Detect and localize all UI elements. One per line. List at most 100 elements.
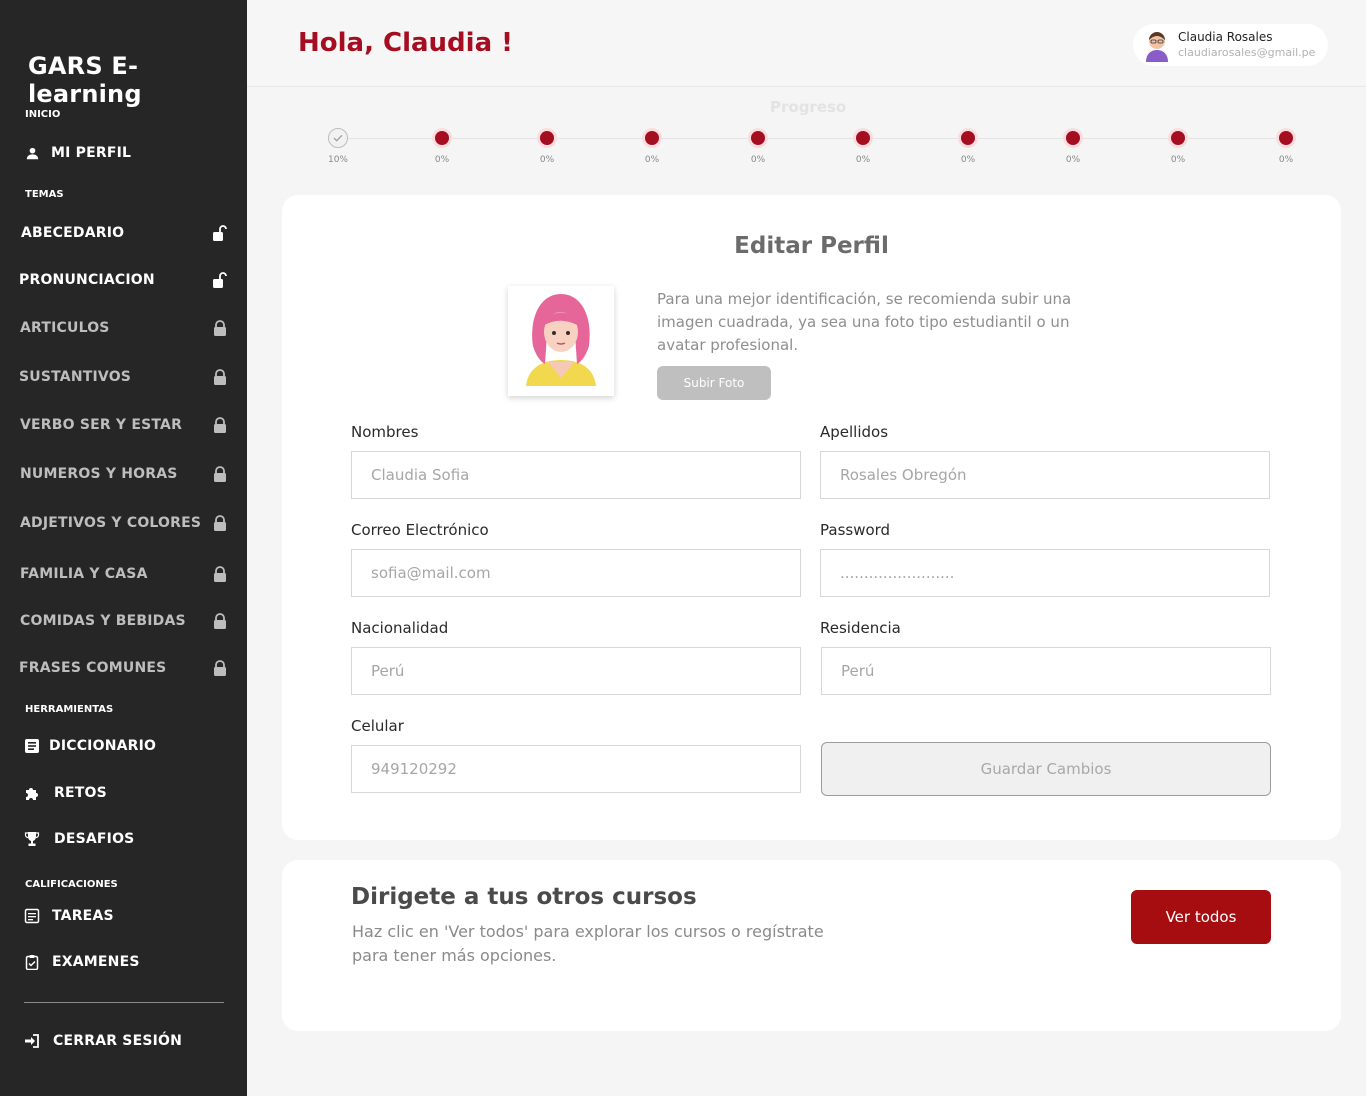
save-changes-button[interactable]: Guardar Cambios	[821, 742, 1271, 796]
sidebar-item-familia-y-casa[interactable]: FAMILIA Y CASA	[0, 556, 247, 592]
user-email: claudiarosales@gmail.pe	[1178, 46, 1316, 59]
progress-step-pct: 0%	[855, 155, 871, 165]
password-field[interactable]	[820, 549, 1270, 597]
progress-step-10	[1276, 128, 1296, 148]
lock-icon	[214, 466, 226, 482]
photo-hint-text: Para una mejor identificación, se recomi…	[657, 290, 1072, 354]
progress-step-pct: 0%	[644, 155, 660, 165]
nombres-label: Nombres	[351, 423, 419, 441]
sidebar-item-sustantivos[interactable]: SUSTANTIVOS	[0, 359, 247, 395]
user-name: Claudia Rosales	[1178, 30, 1273, 44]
sidebar-item-label: COMIDAS Y BEBIDAS	[20, 613, 186, 629]
progress-step-pct: 0%	[960, 155, 976, 165]
progress-step-pct: 10%	[327, 155, 348, 165]
progress-step-9	[1168, 128, 1188, 148]
progress-step-4	[642, 128, 662, 148]
book-icon	[25, 739, 39, 753]
puzzle-icon	[26, 788, 38, 800]
progress-step-6	[853, 128, 873, 148]
nombres-field[interactable]	[351, 451, 801, 499]
sidebar-item-diccionario[interactable]: DICCIONARIO	[0, 729, 247, 763]
progress-step-3	[537, 128, 557, 148]
progress-step-5	[748, 128, 768, 148]
other-courses-title: Dirigete a tus otros cursos	[351, 884, 697, 910]
progress-step-pct: 0%	[750, 155, 766, 165]
section-inicio: INICIO	[25, 109, 61, 120]
logout-button[interactable]: CERRAR SESIÓN	[0, 1024, 247, 1058]
progress-step-pct: 0%	[1065, 155, 1081, 165]
clipboard-check-icon	[25, 955, 39, 970]
sidebar-item-verbo-ser-y-estar[interactable]: VERBO SER Y ESTAR	[0, 407, 247, 443]
lock-icon	[214, 369, 226, 385]
sidebar-item-numeros-y-horas[interactable]: NUMEROS Y HORAS	[0, 456, 247, 492]
lock-icon	[214, 320, 226, 336]
apellidos-field[interactable]	[820, 451, 1270, 499]
sidebar-item-label: ARTICULOS	[20, 320, 110, 336]
brand-logo-text: GARS E-learning	[28, 52, 142, 108]
email-field[interactable]	[351, 549, 801, 597]
progress-step-pct: 0%	[539, 155, 555, 165]
progress-step-7	[958, 128, 978, 148]
progress-step-2	[432, 128, 452, 148]
top-header: Hola, Claudia ! Claudia Rosales claudiar…	[247, 0, 1366, 87]
progress-step-8	[1063, 128, 1083, 148]
sidebar-item-label: FRASES COMUNES	[19, 660, 167, 676]
section-herramientas: HERRAMIENTAS	[25, 704, 114, 715]
sign-in-icon	[25, 1034, 39, 1048]
avatar	[1146, 32, 1168, 62]
progress-step-pct: 0%	[1170, 155, 1186, 165]
nacionalidad-label: Nacionalidad	[351, 619, 449, 637]
sidebar-item-label: VERBO SER Y ESTAR	[20, 417, 183, 433]
celular-label: Celular	[351, 717, 404, 735]
lock-icon	[214, 566, 226, 582]
view-all-button[interactable]: Ver todos	[1131, 890, 1271, 944]
progress-track	[338, 138, 1286, 139]
sidebar-item-pronunciacion[interactable]: PRONUNCIACION	[0, 262, 247, 298]
sidebar-item-mi-perfil[interactable]: MI PERFIL	[0, 136, 247, 170]
sidebar-item-articulos[interactable]: ARTICULOS	[0, 310, 247, 346]
sidebar-item-tareas[interactable]: TAREAS	[0, 899, 247, 933]
greeting-title: Hola, Claudia !	[298, 28, 514, 58]
progress-step-pct: 0%	[434, 155, 450, 165]
lock-icon	[214, 660, 226, 676]
progress-title: Progreso	[770, 98, 847, 116]
sidebar-item-comidas-y-bebidas[interactable]: COMIDAS Y BEBIDAS	[0, 603, 247, 639]
sidebar-item-desafios[interactable]: DESAFIOS	[0, 822, 247, 856]
section-calificaciones: CALIFICACIONES	[25, 879, 118, 890]
user-profile-chip[interactable]: Claudia Rosales claudiarosales@gmail.pe	[1133, 24, 1328, 66]
check-icon	[333, 134, 343, 142]
sidebar: GARS E-learning INICIO MI PERFIL TEMAS A…	[0, 0, 247, 1096]
profile-photo	[508, 286, 614, 396]
sidebar-divider	[24, 1002, 224, 1003]
task-list-icon	[24, 908, 40, 924]
lock-icon	[214, 515, 226, 531]
sidebar-item-label: ADJETIVOS Y COLORES	[20, 515, 202, 531]
sidebar-item-retos[interactable]: RETOS	[0, 776, 247, 810]
sidebar-item-frases-comunes[interactable]: FRASES COMUNES	[0, 650, 247, 686]
sidebar-item-label: NUMEROS Y HORAS	[20, 466, 178, 482]
nacionalidad-field[interactable]	[351, 647, 801, 695]
upload-photo-button[interactable]: Subir Foto	[657, 366, 771, 400]
user-icon	[26, 147, 39, 159]
unlock-icon	[213, 225, 227, 241]
sidebar-item-label: TAREAS	[52, 908, 114, 924]
sidebar-item-adjetivos-y-colores[interactable]: ADJETIVOS Y COLORES	[0, 505, 247, 541]
password-label: Password	[820, 521, 891, 539]
avatar	[526, 294, 596, 386]
residencia-label: Residencia	[820, 619, 901, 637]
lock-icon	[214, 613, 226, 629]
other-courses-text: Haz clic en 'Ver todos' para explorar lo…	[352, 922, 824, 965]
sidebar-item-abecedario[interactable]: ABECEDARIO	[0, 215, 247, 251]
sidebar-item-label: MI PERFIL	[51, 145, 132, 161]
sidebar-item-label: FAMILIA Y CASA	[20, 566, 148, 582]
correo-label: Correo Electrónico	[351, 521, 489, 539]
celular-field[interactable]	[351, 745, 801, 793]
apellidos-label: Apellidos	[820, 423, 889, 441]
progress-step-1	[328, 128, 348, 148]
sidebar-item-examenes[interactable]: EXAMENES	[0, 945, 247, 979]
progress-step-pct: 0%	[1278, 155, 1294, 165]
lock-icon	[214, 417, 226, 433]
sidebar-item-label: DESAFIOS	[54, 831, 135, 847]
unlock-icon	[213, 272, 227, 288]
residencia-field[interactable]	[821, 647, 1271, 695]
